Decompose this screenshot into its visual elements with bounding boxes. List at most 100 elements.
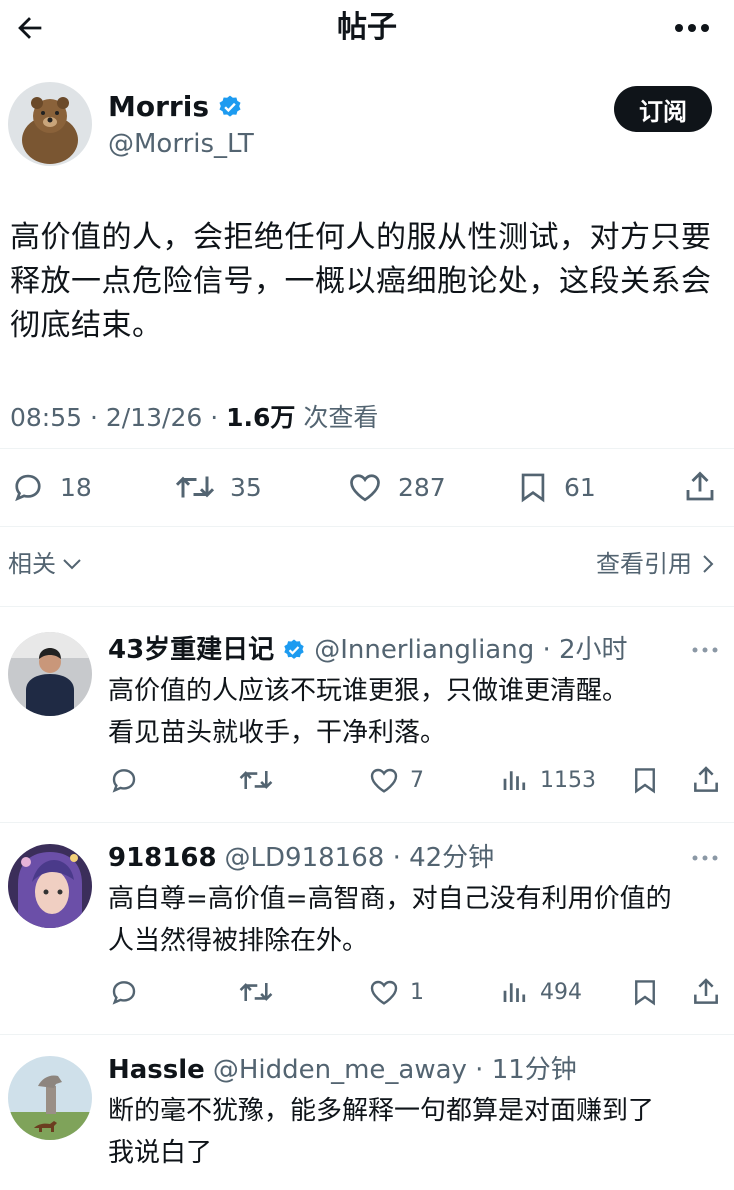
bookmark-count: 61 — [564, 472, 596, 502]
reply-text-line: 我说白了 — [108, 1138, 213, 1168]
reply-icon — [15, 474, 41, 502]
reply-repost-button[interactable] — [238, 762, 274, 798]
horse-statue-avatar-image — [8, 1056, 92, 1140]
views-icon — [503, 771, 526, 790]
reply-author-name[interactable]: 43岁重建日记 — [108, 632, 274, 668]
reply-author-handle[interactable]: @Hidden_me_away · 11分钟 — [213, 1052, 577, 1088]
reply-view-count: 494 — [540, 979, 582, 1005]
like-icon — [350, 474, 380, 502]
reply-like-count: 7 — [410, 767, 424, 793]
reply-icon — [112, 981, 136, 1005]
reply-text-line: 看见苗头就收手，干净利落。 — [108, 718, 447, 748]
author-name-text: Morris — [108, 90, 209, 123]
anime-girl-avatar-image — [8, 844, 92, 928]
repost-count: 35 — [230, 472, 262, 502]
reply-share-button[interactable] — [690, 762, 722, 798]
chevron-right-icon — [703, 555, 714, 573]
reply-share-button[interactable] — [690, 974, 722, 1010]
divider — [0, 448, 734, 449]
divider — [0, 526, 734, 527]
like-icon — [370, 980, 398, 1005]
reply-reply-button[interactable] — [108, 974, 140, 1010]
reply-views-button[interactable]: 494 — [500, 974, 582, 1010]
reply-item[interactable]: 918168 @LD918168 · 42分钟 高自尊=高价值=高智商，对自己没… — [0, 830, 734, 1030]
share-icon — [694, 978, 718, 1004]
author-avatar[interactable] — [8, 82, 92, 166]
post-text: 高价值的人，会拒绝任何人的服从性测试，对方只要释放一点危险信号，一概以癌细胞论处… — [10, 220, 712, 343]
divider — [0, 606, 734, 607]
reply-header: 43岁重建日记 @Innerliangliang · 2小时 — [108, 632, 628, 668]
verified-badge-icon — [284, 639, 304, 659]
page-title: 帖子 — [337, 10, 397, 45]
reply-author-name[interactable]: 918168 — [108, 840, 217, 876]
reply-like-button[interactable]: 1 — [368, 974, 424, 1010]
divider — [0, 822, 734, 823]
reply-text-line: 断的毫不犹豫，能多解释一句都算是对面赚到了 — [108, 1096, 655, 1126]
reply-more-button[interactable] — [690, 640, 720, 660]
like-button[interactable]: 287 — [346, 462, 446, 512]
post-view-count: 1.6万 — [226, 403, 296, 432]
bookmark-icon — [635, 768, 655, 794]
reply-icon — [112, 769, 136, 793]
reply-bookmark-button[interactable] — [630, 974, 660, 1010]
bookmark-icon — [521, 473, 545, 503]
view-quotes-label: 查看引用 — [596, 550, 692, 578]
subscribe-button[interactable]: 订阅 — [614, 86, 712, 132]
repost-icon — [239, 983, 273, 1001]
post-views-suffix: 次查看 — [295, 403, 379, 432]
author-handle[interactable]: @Morris_LT — [108, 126, 254, 162]
more-horizontal-icon — [675, 24, 709, 32]
reply-item[interactable]: 43岁重建日记 @Innerliangliang · 2小时 高价值的人应该不玩… — [0, 620, 734, 820]
reply-avatar[interactable] — [8, 632, 92, 716]
repost-icon — [175, 476, 215, 498]
verified-badge-icon — [219, 95, 241, 117]
reply-views-button[interactable]: 1153 — [500, 762, 596, 798]
reply-like-count: 1 — [410, 979, 424, 1005]
post-meta: 08:55 · 2/13/26 · 1.6万 次查看 — [10, 398, 378, 438]
reply-avatar[interactable] — [8, 1056, 92, 1140]
reply-bookmark-button[interactable] — [630, 762, 660, 798]
author-name[interactable]: Morris — [108, 88, 243, 126]
reply-author-handle[interactable]: @LD918168 · 42分钟 — [225, 840, 495, 876]
share-icon — [694, 766, 718, 792]
bookmark-icon — [635, 980, 655, 1006]
share-icon — [686, 471, 714, 501]
reply-text-line: 人当然得被排除在外。 — [108, 926, 369, 956]
repost-button[interactable]: 35 — [174, 462, 262, 512]
reply-author-handle[interactable]: @Innerliangliang · 2小时 — [314, 632, 627, 668]
more-button[interactable] — [668, 8, 716, 48]
reply-avatar[interactable] — [8, 844, 92, 928]
reply-count: 18 — [60, 472, 92, 502]
bookmark-button[interactable]: 61 — [516, 462, 596, 512]
divider — [0, 1034, 734, 1035]
reply-text: 高自尊=高价值=高智商，对自己没有利用价值的 人当然得被排除在外。 — [108, 878, 724, 962]
related-label: 相关 — [8, 550, 56, 578]
reply-like-button[interactable]: 7 — [368, 762, 424, 798]
reply-button[interactable]: 18 — [10, 462, 92, 512]
reply-view-count: 1153 — [540, 767, 596, 793]
like-icon — [370, 768, 398, 793]
chevron-down-icon — [63, 559, 81, 570]
reply-reply-button[interactable] — [108, 762, 140, 798]
like-count: 287 — [398, 472, 446, 502]
reply-author-name[interactable]: Hassle — [108, 1052, 205, 1088]
reply-header: Hassle @Hidden_me_away · 11分钟 — [108, 1052, 577, 1088]
man-in-gym-avatar-image — [8, 632, 92, 716]
reply-text-line: 高自尊=高价值=高智商，对自己没有利用价值的 — [108, 884, 672, 914]
top-bar: 帖子 — [0, 0, 734, 60]
related-dropdown[interactable]: 相关 — [8, 546, 84, 582]
reply-text-line: 高价值的人应该不玩谁更狠，只做谁更清醒。 — [108, 676, 629, 706]
post-timestamp[interactable]: 08:55 · 2/13/26 · — [10, 403, 226, 432]
share-button[interactable] — [682, 462, 718, 512]
reply-header: 918168 @LD918168 · 42分钟 — [108, 840, 494, 876]
reply-text: 高价值的人应该不玩谁更狠，只做谁更清醒。 看见苗头就收手，干净利落。 — [108, 670, 724, 754]
views-icon — [503, 983, 526, 1002]
more-horizontal-icon — [692, 647, 718, 653]
repost-icon — [239, 771, 273, 789]
reply-more-button[interactable] — [690, 848, 720, 868]
view-quotes-link[interactable]: 查看引用 — [596, 546, 716, 582]
reply-item[interactable]: Hassle @Hidden_me_away · 11分钟 断的毫不犹豫，能多解… — [0, 1040, 734, 1190]
bear-avatar-image — [8, 82, 92, 166]
reply-repost-button[interactable] — [238, 974, 274, 1010]
reply-text: 断的毫不犹豫，能多解释一句都算是对面赚到了 我说白了 — [108, 1090, 724, 1174]
